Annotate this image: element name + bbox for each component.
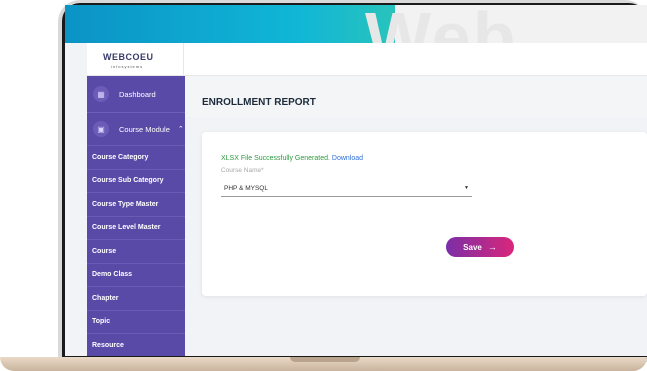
- dropdown-arrow-icon: ▼: [464, 185, 469, 191]
- sidebar-item-label: Chapter: [92, 294, 119, 302]
- sidebar-item-course[interactable]: Course: [87, 239, 185, 263]
- download-link[interactable]: Download: [332, 155, 363, 162]
- chevron-up-icon[interactable]: ⌃: [178, 125, 184, 133]
- sidebar: ▦ Dashboard ▣ Course Module ⌃ Course Cat…: [87, 76, 185, 356]
- dashboard-icon: ▦: [93, 86, 109, 102]
- sidebar-item-course-category[interactable]: Course Category: [87, 145, 185, 169]
- course-name-select[interactable]: PHP & MYSQL ▼: [221, 180, 472, 197]
- course-name-label: Course Name*: [221, 167, 264, 174]
- laptop-frame: Web WEBCOEU infosystems ▦ Dashboard ▣ Co…: [0, 0, 647, 371]
- sidebar-item-label: Demo Class: [92, 271, 133, 279]
- laptop-notch: [290, 357, 360, 362]
- sidebar-item-course-type-master[interactable]: Course Type Master: [87, 192, 185, 216]
- sidebar-item-course-module[interactable]: ▣ Course Module ⌃: [87, 113, 185, 145]
- sidebar-item-chapter[interactable]: Chapter: [87, 286, 185, 310]
- success-text: XLSX File Successfully Generated.: [221, 155, 330, 162]
- sidebar-item-label: Course Type Master: [92, 200, 159, 208]
- save-button-label: Save: [463, 242, 482, 252]
- sidebar-item-course-sub-category[interactable]: Course Sub Category: [87, 168, 185, 193]
- course-name-value: PHP & MYSQL: [224, 184, 268, 192]
- page-title: ENROLLMENT REPORT: [202, 97, 316, 108]
- sidebar-item-label: Course: [92, 247, 117, 255]
- sidebar-item-label: Course Category: [92, 153, 149, 161]
- sidebar-item-label: Dashboard: [119, 89, 156, 99]
- sidebar-item-resource[interactable]: Resource: [87, 333, 185, 356]
- sidebar-item-dashboard[interactable]: ▦ Dashboard: [87, 76, 185, 112]
- sidebar-item-label: Course Module: [119, 124, 170, 134]
- success-message: XLSX File Successfully Generated. Downlo…: [221, 155, 363, 162]
- sidebar-item-label: Course Level Master: [92, 224, 161, 232]
- logo-text: WEBCOEU: [103, 52, 154, 62]
- header-divider: [183, 43, 184, 76]
- sidebar-item-course-level-master[interactable]: Course Level Master: [87, 215, 185, 240]
- logo-subtext: infosystems: [111, 64, 144, 69]
- course-module-submenu: Course Category Course Sub Category Cour…: [87, 145, 185, 356]
- sidebar-item-label: Topic: [92, 318, 111, 326]
- sidebar-item-topic[interactable]: Topic: [87, 309, 185, 334]
- report-card: XLSX File Successfully Generated. Downlo…: [202, 132, 647, 296]
- briefcase-icon: ▣: [93, 121, 109, 137]
- logo[interactable]: WEBCOEU infosystems: [103, 49, 178, 71]
- arrow-right-icon: →: [487, 242, 497, 252]
- sidebar-item-label: Resource: [92, 341, 124, 349]
- app-screen: Web WEBCOEU infosystems ▦ Dashboard ▣ Co…: [65, 5, 647, 356]
- sidebar-item-label: Course Sub Category: [92, 177, 164, 185]
- app-header: WEBCOEU infosystems: [87, 43, 647, 76]
- save-button[interactable]: Save →: [446, 237, 514, 257]
- sidebar-item-demo-class[interactable]: Demo Class: [87, 262, 185, 287]
- page-header: ENROLLMENT REPORT: [185, 76, 647, 117]
